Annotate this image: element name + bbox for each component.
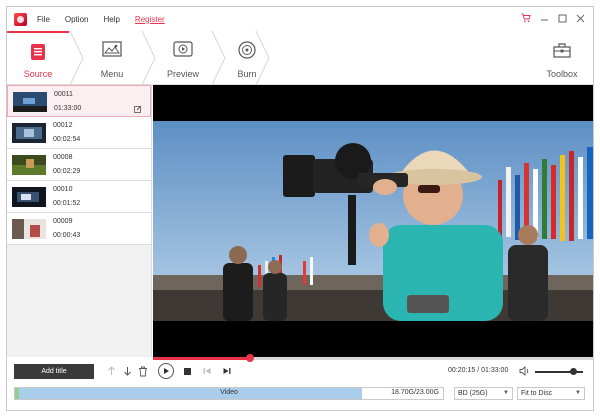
- tab-preview-label: Preview: [166, 69, 199, 79]
- clip-name: 00012: [53, 122, 73, 129]
- controls-bar: Add title 00:20:15 / 01:33:00: [7, 360, 593, 382]
- next-icon[interactable]: [221, 365, 233, 377]
- step-separator: [255, 31, 271, 85]
- clip-thumbnail: [13, 92, 47, 112]
- clip-duration: 00:00:43: [53, 232, 81, 239]
- tab-toolbox[interactable]: Toolbox: [539, 31, 585, 85]
- previous-icon[interactable]: [201, 365, 213, 377]
- clip-duration: 00:02:29: [53, 168, 81, 175]
- move-up-icon[interactable]: [105, 365, 117, 377]
- minimize-icon[interactable]: [539, 12, 549, 24]
- volume-icon[interactable]: [519, 366, 530, 378]
- source-icon: [29, 43, 47, 63]
- clip-thumbnail: [12, 219, 46, 239]
- tab-menu[interactable]: Menu: [83, 31, 141, 85]
- app-logo: [14, 12, 27, 26]
- fit-mode-select[interactable]: Fit to Disc ▼: [517, 387, 585, 400]
- clip-item[interactable]: 00011 01:33:00: [7, 85, 151, 117]
- menu-file[interactable]: File: [37, 15, 50, 24]
- cart-icon[interactable]: [521, 12, 531, 24]
- clip-name: 00008: [53, 154, 73, 161]
- step-toolbar: Source Menu Preview Burn Toolbox: [7, 31, 593, 85]
- menu-help[interactable]: Help: [103, 15, 119, 24]
- tab-menu-label: Menu: [100, 69, 124, 79]
- clip-duration: 00:02:54: [53, 136, 81, 143]
- disc-type-select[interactable]: BD (25G) ▼: [454, 387, 513, 400]
- tab-source-label: Source: [23, 69, 53, 79]
- volume-handle[interactable]: [570, 368, 578, 375]
- timecode: 00:20:15 / 01:33:00: [448, 367, 509, 374]
- clip-thumbnail: [12, 155, 46, 175]
- tab-preview[interactable]: Preview: [155, 31, 211, 85]
- title-bar: File Option Help Register: [7, 7, 593, 31]
- tab-toolbox-label: Toolbox: [546, 69, 578, 79]
- clip-name: 00009: [53, 218, 73, 225]
- window-controls: [521, 12, 585, 24]
- clip-duration: 01:33:00: [54, 105, 82, 112]
- chevron-down-icon: ▼: [575, 390, 581, 396]
- app-window: File Option Help Register Source Menu Pr…: [6, 6, 594, 411]
- preview-icon: [173, 41, 193, 59]
- volume-slider[interactable]: [535, 368, 583, 375]
- source-clip-list: 00011 01:33:00 00012 00:02:54 00008 00:0…: [7, 85, 152, 357]
- close-icon[interactable]: [575, 12, 585, 24]
- disc-capacity-bar: Video 18.70G/23.00G: [14, 387, 444, 400]
- edit-icon[interactable]: [134, 105, 142, 113]
- fit-mode-value: Fit to Disc: [521, 390, 553, 397]
- clip-thumbnail: [12, 123, 46, 143]
- play-button[interactable]: [158, 363, 174, 379]
- disc-type-value: BD (25G): [458, 390, 488, 397]
- clip-name: 00010: [53, 186, 73, 193]
- menu-option[interactable]: Option: [65, 15, 89, 24]
- clip-item[interactable]: 00008 00:02:29: [7, 149, 151, 181]
- maximize-icon[interactable]: [557, 12, 567, 24]
- chevron-down-icon: ▼: [503, 390, 509, 396]
- clip-name: 00011: [54, 91, 73, 98]
- capacity-amount: 18.70G/23.00G: [391, 389, 439, 396]
- video-preview[interactable]: [153, 85, 593, 357]
- capacity-label: Video: [220, 389, 238, 396]
- clip-item[interactable]: 00010 00:01:52: [7, 181, 151, 213]
- move-down-icon[interactable]: [121, 365, 133, 377]
- video-frame: [153, 85, 593, 357]
- clip-item[interactable]: 00012 00:02:54: [7, 117, 151, 149]
- clip-duration: 00:01:52: [53, 200, 81, 207]
- play-icon: [164, 368, 169, 374]
- stop-icon[interactable]: [181, 365, 193, 377]
- menu-template-icon: [102, 41, 122, 59]
- menu-register[interactable]: Register: [135, 15, 165, 24]
- tab-source[interactable]: Source: [7, 31, 69, 85]
- disc-icon: [238, 41, 256, 61]
- toolbox-icon: [552, 41, 572, 61]
- clip-item[interactable]: 00009 00:00:43: [7, 213, 151, 245]
- delete-icon[interactable]: [137, 365, 149, 377]
- add-title-button[interactable]: Add title: [14, 364, 94, 379]
- clip-thumbnail: [12, 187, 46, 207]
